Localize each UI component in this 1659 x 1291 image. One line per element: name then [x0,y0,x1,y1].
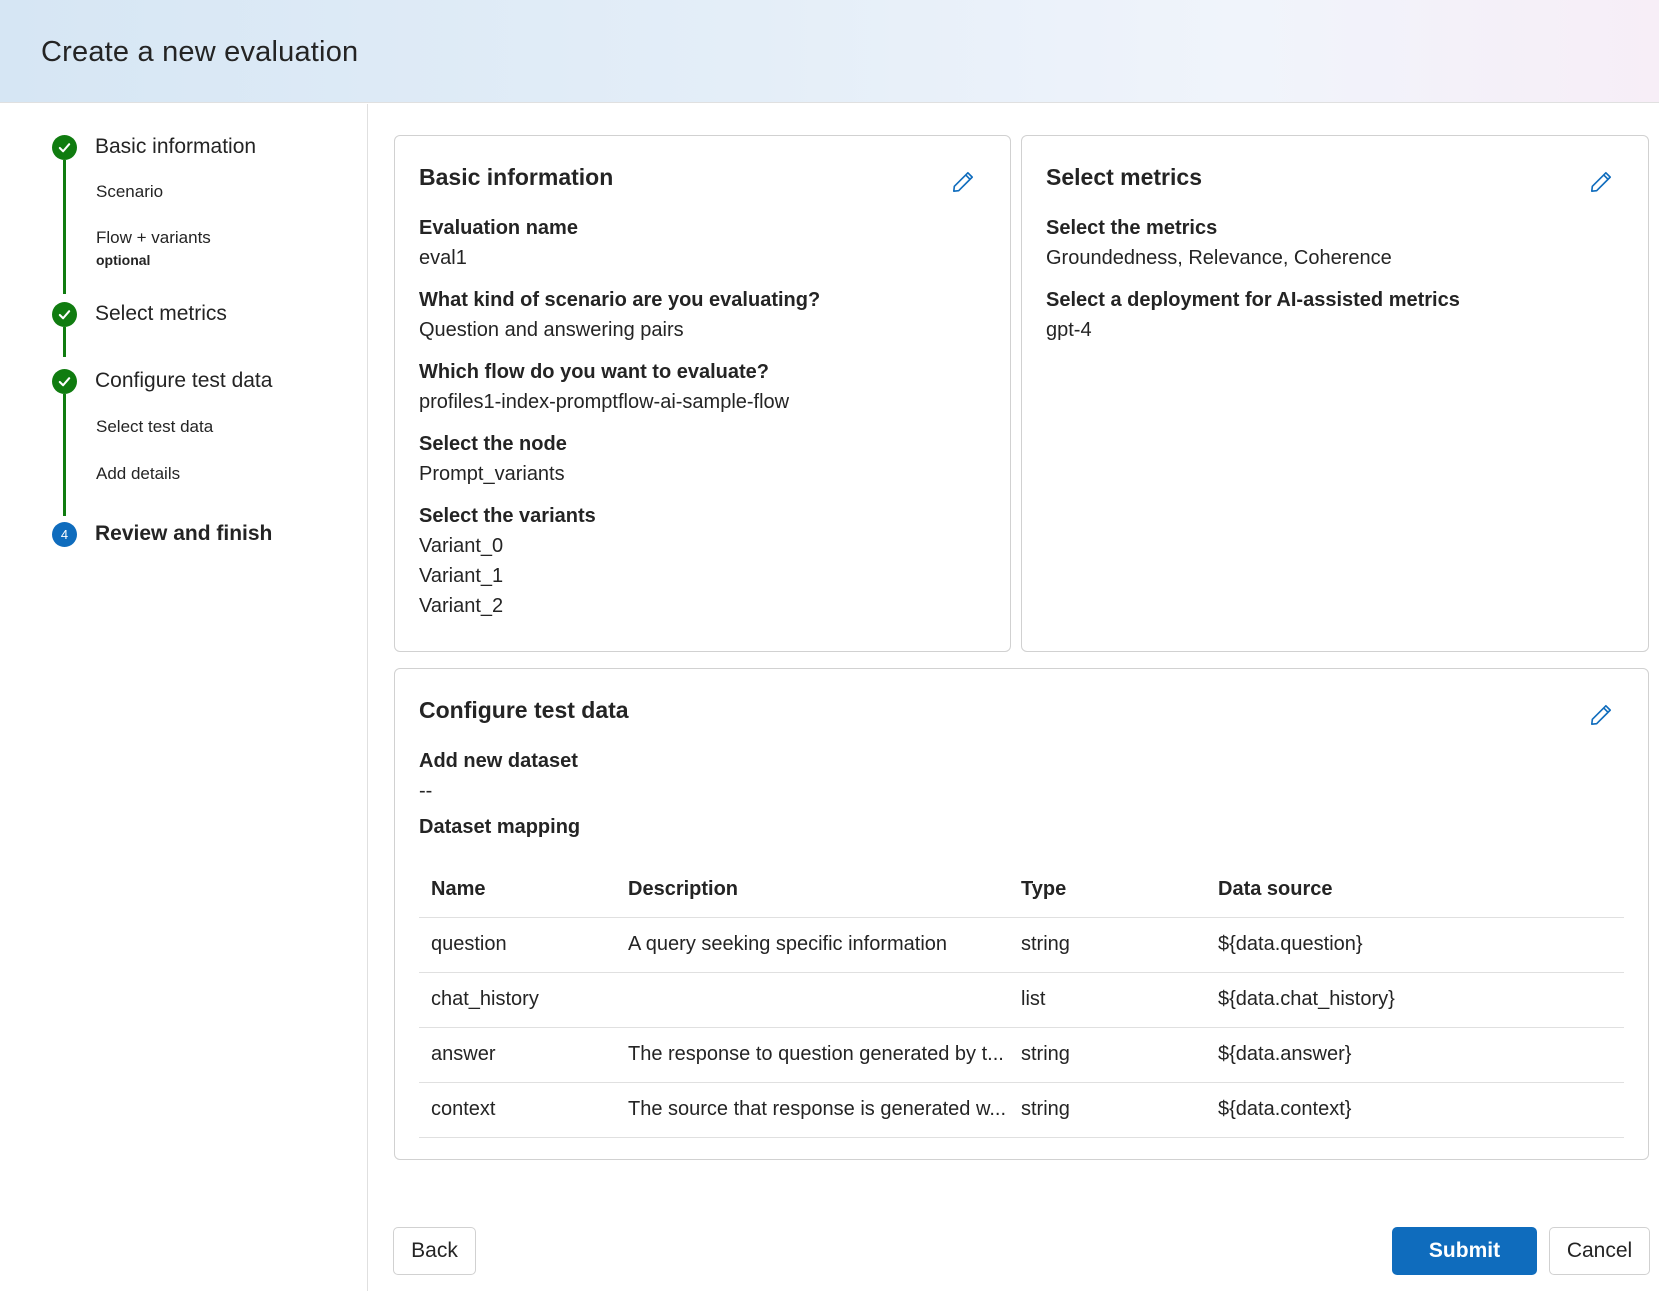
dataset-value: -- [419,780,433,802]
cell-description: The response to question generated by t.… [616,1027,1009,1083]
cell-name: question [419,917,616,973]
variant-item: Variant_0 [419,535,504,557]
cell-description: The source that response is generated w.… [616,1082,1009,1138]
step-select-metrics[interactable]: Select metrics [95,302,227,326]
cell-description [616,972,1009,1028]
pencil-icon[interactable] [1584,698,1618,732]
cell-type: list [1009,972,1206,1028]
pencil-icon[interactable] [1584,165,1618,199]
cell-data-source: ${data.chat_history} [1206,972,1624,1028]
checkmark-icon [52,302,77,327]
select-metrics-card: Select metrics Select the metrics Ground… [1021,135,1649,652]
scenario-label: What kind of scenario are you evaluating… [419,289,821,311]
cell-type: string [1009,1027,1206,1083]
mapping-label: Dataset mapping [419,816,581,838]
table-row: answer The response to question generate… [419,1027,1624,1083]
table-header-row: Name Description Type Data source [419,862,1624,918]
page-header: Create a new evaluation [0,0,1659,103]
column-header: Description [616,862,1009,918]
substep-add-details[interactable]: Add details [96,464,180,484]
table-row: chat_history list ${data.chat_history} [419,972,1624,1028]
cell-type: string [1009,917,1206,973]
substep-select-test-data[interactable]: Select test data [96,417,213,437]
eval-name-value: eval1 [419,247,467,269]
step-connector [63,327,66,357]
scenario-value: Question and answering pairs [419,319,684,341]
node-label: Select the node [419,433,567,455]
submit-button[interactable]: Submit [1392,1227,1537,1275]
back-button[interactable]: Back [393,1227,476,1275]
metrics-value: Groundedness, Relevance, Coherence [1046,247,1392,269]
step-number-badge: 4 [52,522,77,547]
dataset-label: Add new dataset [419,750,578,772]
cell-description: A query seeking specific information [616,917,1009,973]
basic-information-card: Basic information Evaluation name eval1 … [394,135,1011,652]
eval-name-label: Evaluation name [419,217,578,239]
column-header: Data source [1206,862,1624,918]
substep-scenario[interactable]: Scenario [96,182,163,202]
column-header: Type [1009,862,1206,918]
checkmark-icon [52,369,77,394]
dataset-mapping-table: Name Description Type Data source questi… [419,862,1624,1138]
wizard-steps: Basic information Scenario Flow + varian… [0,104,368,1291]
cell-name: context [419,1082,616,1138]
card-title: Select metrics [1046,164,1202,190]
checkmark-icon [52,135,77,160]
cell-name: chat_history [419,972,616,1028]
variant-item: Variant_2 [419,595,504,617]
variant-item: Variant_1 [419,565,504,587]
cell-data-source: ${data.answer} [1206,1027,1624,1083]
flow-value: profiles1-index-promptflow-ai-sample-flo… [419,391,790,413]
step-review-and-finish[interactable]: Review and finish [95,522,272,546]
configure-test-data-card: Configure test data Add new dataset -- D… [394,668,1649,1160]
cell-data-source: ${data.context} [1206,1082,1624,1138]
step-basic-information[interactable]: Basic information [95,135,256,159]
card-title: Configure test data [419,697,629,723]
variants-label: Select the variants [419,505,596,527]
node-value: Prompt_variants [419,463,565,485]
optional-label: optional [96,252,151,268]
step-configure-test-data[interactable]: Configure test data [95,369,272,393]
step-connector [63,160,66,294]
page-title: Create a new evaluation [41,36,359,68]
cell-data-source: ${data.question} [1206,917,1624,973]
cancel-button[interactable]: Cancel [1549,1227,1650,1275]
table-row: question A query seeking specific inform… [419,917,1624,973]
substep-flow-variants[interactable]: Flow + variants [96,228,211,248]
metrics-label: Select the metrics [1046,217,1218,239]
pencil-icon[interactable] [946,165,980,199]
table-row: context The source that response is gene… [419,1082,1624,1138]
step-connector [63,394,66,516]
flow-label: Which flow do you want to evaluate? [419,361,770,383]
deployment-label: Select a deployment for AI-assisted metr… [1046,289,1460,311]
card-title: Basic information [419,164,614,190]
deployment-value: gpt-4 [1046,319,1092,341]
column-header: Name [419,862,616,918]
cell-name: answer [419,1027,616,1083]
cell-type: string [1009,1082,1206,1138]
